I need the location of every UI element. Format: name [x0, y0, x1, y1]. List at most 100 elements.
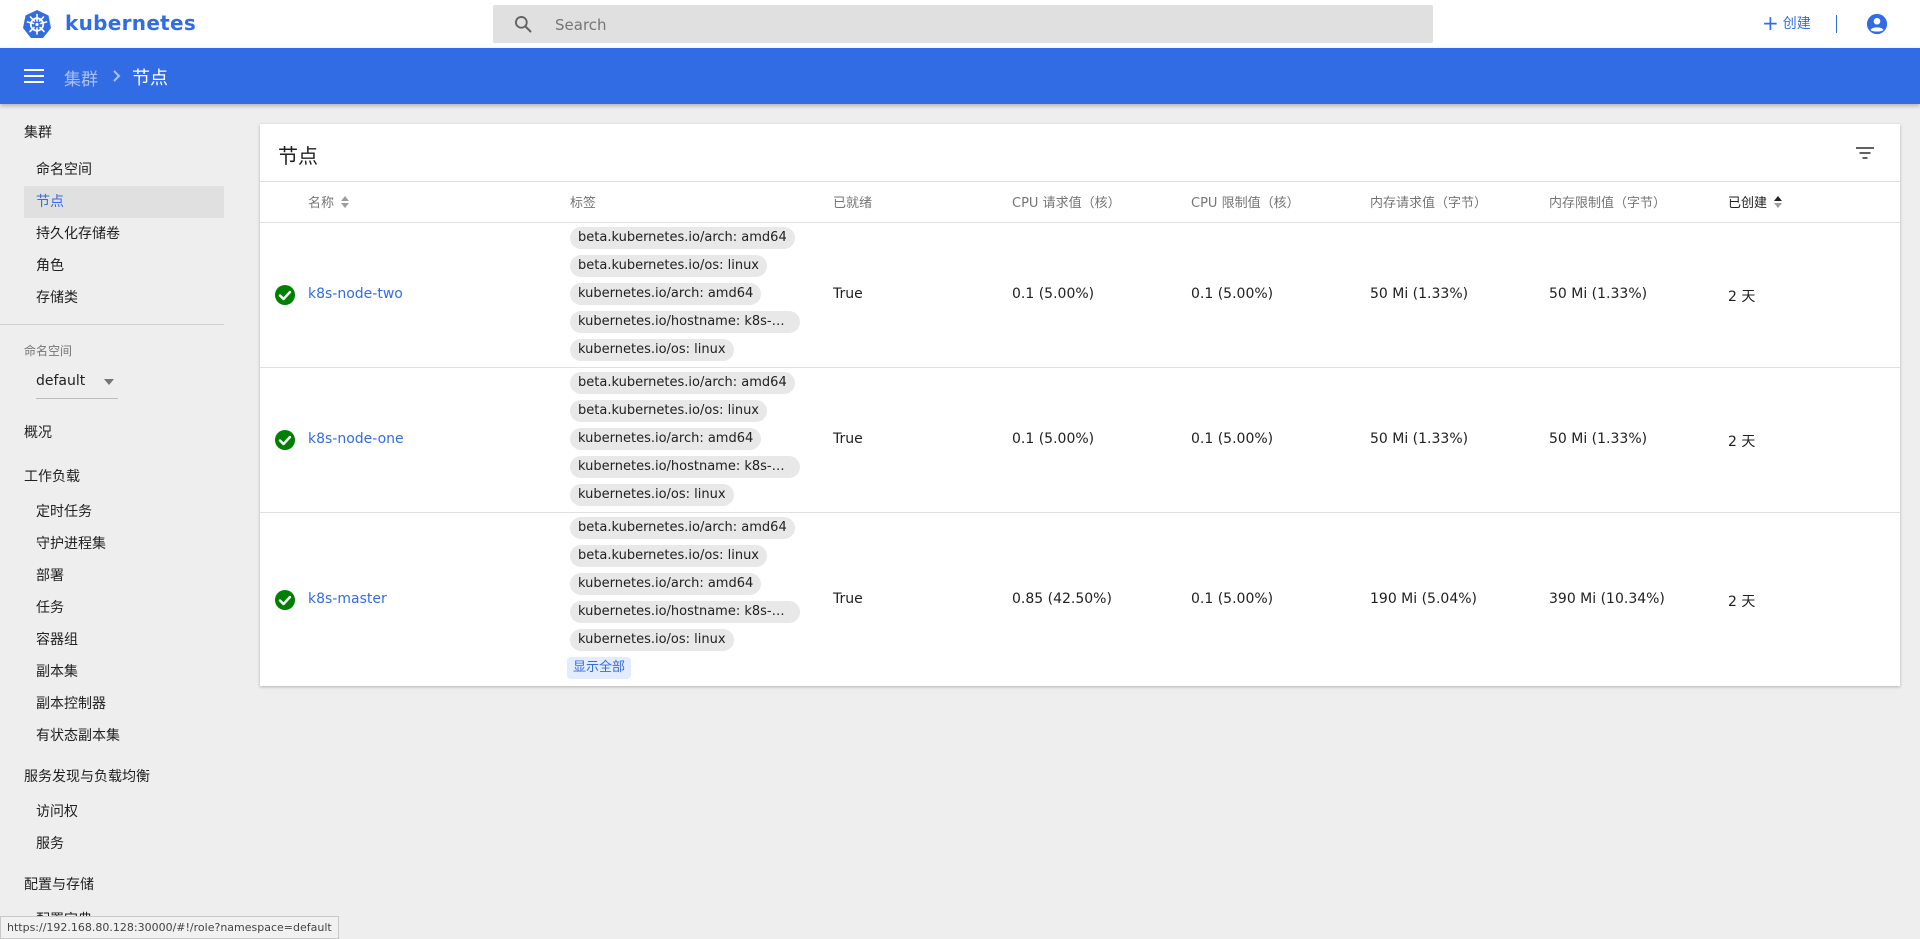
- column-header-cpu-limits: CPU 限制值（核）: [1191, 196, 1300, 211]
- memory-limits-value: 390 Mi (10.34%): [1549, 591, 1665, 607]
- node-name-link[interactable]: k8s-node-two: [308, 286, 403, 302]
- memory-requests-value: 190 Mi (5.04%): [1370, 591, 1477, 607]
- table-row: k8s-master beta.kubernetes.io/arch: amd6…: [260, 513, 1900, 685]
- search-box[interactable]: [493, 5, 1433, 45]
- topbar-divider: [1836, 15, 1837, 33]
- table-row: k8s-node-one beta.kubernetes.io/arch: am…: [260, 368, 1900, 513]
- label-chip: kubernetes.io/hostname: k8s-node-o...: [570, 456, 800, 478]
- brand-name[interactable]: kubernetes: [65, 11, 196, 35]
- create-label: 创建: [1782, 16, 1811, 32]
- label-chip: kubernetes.io/os: linux: [570, 484, 734, 506]
- sidebar-item-roles[interactable]: 角色: [24, 250, 224, 282]
- sidebar-item-nodes[interactable]: 节点: [24, 186, 224, 218]
- sort-icon: [1774, 195, 1783, 208]
- column-header-ready: 已就绪: [833, 196, 873, 211]
- cpu-requests-value: 0.1 (5.00%): [1012, 286, 1095, 302]
- card-title: 节点: [278, 144, 318, 168]
- label-chip: kubernetes.io/os: linux: [570, 629, 734, 651]
- check-circle-icon: [275, 590, 295, 610]
- column-header-created-label: 已创建: [1728, 196, 1768, 211]
- status-bar-url: https://192.168.80.128:30000/#!/role?nam…: [0, 916, 339, 939]
- column-header-cpu-requests: CPU 请求值（核）: [1012, 196, 1121, 211]
- nav-section-overview[interactable]: 概况: [24, 422, 52, 442]
- created-value: 2 天: [1728, 434, 1756, 450]
- label-chip: kubernetes.io/arch: amd64: [570, 573, 762, 595]
- check-circle-icon: [275, 430, 295, 450]
- label-chip: beta.kubernetes.io/arch: amd64: [570, 227, 795, 249]
- sidebar-item-persistent-volumes[interactable]: 持久化存储卷: [24, 218, 224, 250]
- header-divider: [260, 181, 1900, 182]
- label-chip: kubernetes.io/arch: amd64: [570, 283, 762, 305]
- breadcrumb-bar: 集群 节点: [0, 48, 1920, 104]
- column-header-memory-limits: 内存限制值（字节）: [1549, 196, 1667, 211]
- node-name-link[interactable]: k8s-master: [308, 591, 387, 607]
- memory-requests-value: 50 Mi (1.33%): [1370, 286, 1469, 302]
- sidebar-item-pods[interactable]: 容器组: [24, 624, 224, 656]
- label-chip: beta.kubernetes.io/os: linux: [570, 545, 767, 567]
- created-value: 2 天: [1728, 594, 1756, 610]
- namespace-label: 命名空间: [24, 344, 73, 358]
- namespace-select[interactable]: default: [36, 366, 118, 399]
- nav-section-cluster[interactable]: 集群: [24, 122, 52, 142]
- cpu-requests-value: 0.85 (42.50%): [1012, 591, 1112, 607]
- sidebar-item-cronjobs[interactable]: 定时任务: [24, 496, 224, 528]
- account-circle-icon[interactable]: [1866, 13, 1888, 35]
- show-all-labels-button[interactable]: 显示全部: [567, 657, 632, 679]
- sidebar-item-ingresses[interactable]: 访问权: [24, 796, 224, 828]
- breadcrumb-cluster-link[interactable]: 集群: [64, 65, 98, 90]
- nodes-card: 节点 名称 标签 已就绪 CPU 请求值（核） CPU 限制值（核） 内存请求值…: [260, 124, 1900, 686]
- kubernetes-logo-icon[interactable]: [22, 9, 52, 39]
- label-chip: beta.kubernetes.io/arch: amd64: [570, 372, 795, 394]
- sidebar-item-deployments[interactable]: 部署: [24, 560, 224, 592]
- menu-icon[interactable]: [24, 66, 44, 86]
- namespace-value: default: [36, 373, 86, 389]
- label-chip: kubernetes.io/os: linux: [570, 339, 734, 361]
- column-header-labels: 标签: [570, 196, 597, 211]
- filter-icon[interactable]: [1854, 142, 1876, 164]
- label-chip: kubernetes.io/hostname: k8s-master: [570, 601, 800, 623]
- label-chip: beta.kubernetes.io/os: linux: [570, 400, 767, 422]
- search-icon: [515, 16, 532, 33]
- column-header-memory-requests: 内存请求值（字节）: [1370, 196, 1488, 211]
- column-header-name[interactable]: 名称: [308, 192, 350, 211]
- sidebar-item-storage-classes[interactable]: 存储类: [24, 282, 224, 314]
- column-header-created[interactable]: 已创建: [1728, 192, 1783, 211]
- sidebar-item-statefulsets[interactable]: 有状态副本集: [24, 720, 224, 752]
- create-button[interactable]: + 创建: [1762, 12, 1811, 34]
- dropdown-caret-icon: [104, 379, 114, 385]
- chevron-right-icon: [113, 70, 121, 82]
- created-value: 2 天: [1728, 289, 1756, 305]
- memory-requests-value: 50 Mi (1.33%): [1370, 431, 1469, 447]
- sidebar-item-services[interactable]: 服务: [24, 828, 224, 860]
- label-chip: beta.kubernetes.io/os: linux: [570, 255, 767, 277]
- plus-icon: +: [1762, 11, 1779, 35]
- ready-value: True: [833, 591, 863, 607]
- breadcrumb-current: 节点: [132, 68, 168, 89]
- sort-icon: [341, 195, 350, 208]
- sidebar-item-replicasets[interactable]: 副本集: [24, 656, 224, 688]
- label-chip: beta.kubernetes.io/arch: amd64: [570, 517, 795, 539]
- sidebar-item-jobs[interactable]: 任务: [24, 592, 224, 624]
- ready-value: True: [833, 431, 863, 447]
- memory-limits-value: 50 Mi (1.33%): [1549, 431, 1648, 447]
- cpu-limits-value: 0.1 (5.00%): [1191, 431, 1274, 447]
- node-name-link[interactable]: k8s-node-one: [308, 431, 404, 447]
- table-row: k8s-node-two beta.kubernetes.io/arch: am…: [260, 223, 1900, 368]
- sidebar-item-daemonsets[interactable]: 守护进程集: [24, 528, 224, 560]
- top-bar: kubernetes + 创建: [0, 0, 1920, 48]
- label-chip: kubernetes.io/hostname: k8s-node-t...: [570, 311, 800, 333]
- nav-section-discovery[interactable]: 服务发现与负载均衡: [24, 766, 150, 786]
- cpu-requests-value: 0.1 (5.00%): [1012, 431, 1095, 447]
- sidebar: 集群 命名空间 节点 持久化存储卷 角色 存储类 命名空间 default 概况…: [0, 104, 236, 937]
- search-input[interactable]: [553, 5, 1417, 45]
- label-chip: kubernetes.io/arch: amd64: [570, 428, 762, 450]
- sidebar-item-replication-controllers[interactable]: 副本控制器: [24, 688, 224, 720]
- nav-section-config-storage[interactable]: 配置与存储: [24, 874, 94, 894]
- sidebar-item-namespaces[interactable]: 命名空间: [24, 154, 224, 186]
- ready-value: True: [833, 286, 863, 302]
- nav-section-workloads[interactable]: 工作负载: [24, 466, 80, 486]
- cpu-limits-value: 0.1 (5.00%): [1191, 591, 1274, 607]
- memory-limits-value: 50 Mi (1.33%): [1549, 286, 1648, 302]
- check-circle-icon: [275, 285, 295, 305]
- column-header-name-label: 名称: [308, 196, 335, 211]
